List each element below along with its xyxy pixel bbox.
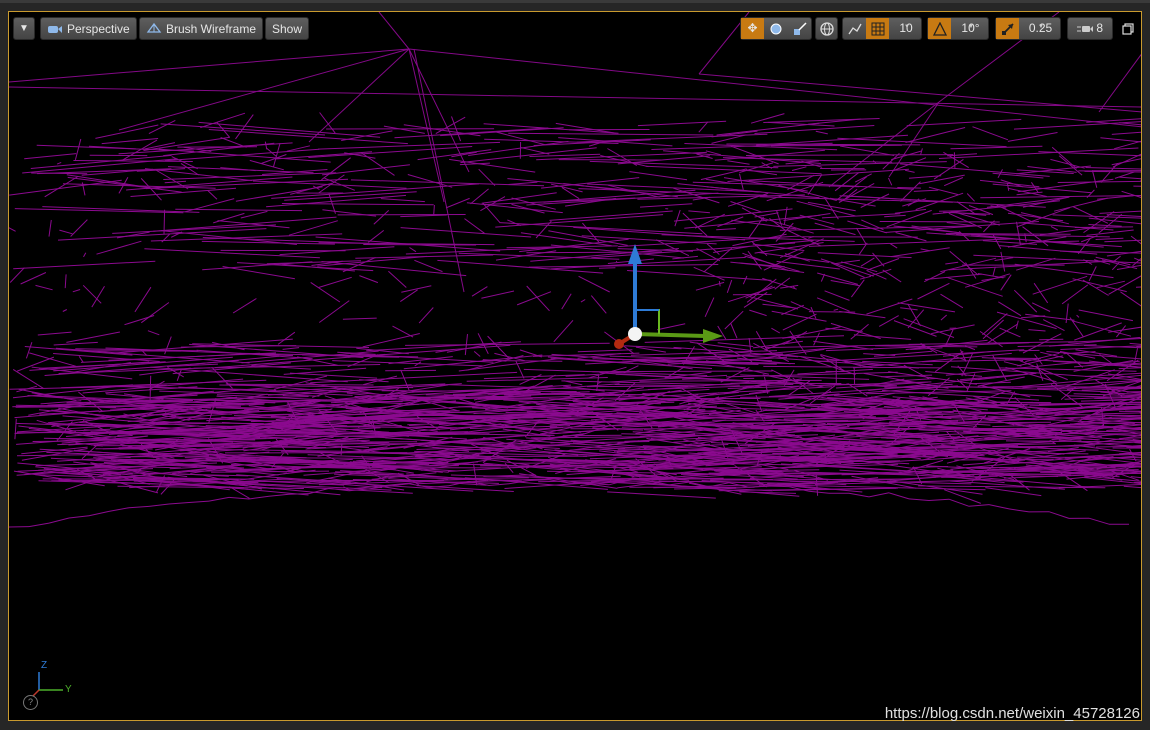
rotation-snap-toggle[interactable] bbox=[928, 18, 951, 39]
grid-icon bbox=[871, 21, 885, 36]
perspective-button[interactable]: Perspective bbox=[40, 17, 137, 40]
perspective-label: Perspective bbox=[67, 22, 130, 36]
wireframe-icon bbox=[146, 19, 162, 41]
scale-icon bbox=[793, 21, 807, 35]
globe-icon bbox=[819, 21, 834, 36]
camera-speed-icon bbox=[1076, 21, 1096, 35]
maximize-viewport-button[interactable] bbox=[1122, 22, 1136, 36]
camera-speed-value-text: 8 bbox=[1096, 21, 1104, 35]
level-viewport[interactable]: Z Y ? ▼ Perspective Brush Wireframe Show… bbox=[8, 11, 1142, 721]
scale-snap-group: 0.25 ▼ bbox=[995, 17, 1061, 40]
move-icon: ✥ bbox=[747, 21, 758, 35]
view-mode-label: Brush Wireframe bbox=[166, 22, 257, 36]
surface-snap-icon bbox=[847, 21, 862, 35]
view-mode-button[interactable]: Brush Wireframe bbox=[139, 17, 264, 41]
camera-icon bbox=[47, 19, 63, 41]
top-strip bbox=[0, 0, 1150, 3]
grid-snap-group: 10 ▼ bbox=[842, 17, 922, 40]
surface-snap-button[interactable] bbox=[843, 18, 866, 39]
transform-tools: ✥ bbox=[740, 17, 812, 40]
show-button[interactable]: Show bbox=[265, 17, 310, 40]
chevron-down-icon: ▼ bbox=[968, 24, 974, 30]
scale-tool-button[interactable] bbox=[788, 18, 812, 39]
scale-snap-icon bbox=[1001, 21, 1015, 35]
grid-snap-toggle[interactable] bbox=[866, 18, 889, 39]
scale-snap-toggle[interactable] bbox=[996, 18, 1019, 39]
translate-tool-button[interactable]: ✥ bbox=[741, 18, 764, 39]
rotate-tool-button[interactable] bbox=[764, 18, 788, 39]
rotation-snap-group: 10° ▼ bbox=[927, 17, 989, 40]
wireframe-mesh bbox=[9, 12, 1141, 697]
axis-z-label: Z bbox=[41, 660, 48, 671]
axis-indicator bbox=[32, 672, 63, 697]
help-icon[interactable]: ? bbox=[23, 695, 38, 710]
chevron-down-icon: ▼ bbox=[19, 23, 29, 34]
coordinate-system-button[interactable] bbox=[815, 17, 838, 40]
scale-snap-value[interactable]: 0.25 ▼ bbox=[1021, 18, 1060, 39]
chevron-down-icon: ▼ bbox=[904, 24, 910, 30]
camera-speed-button[interactable]: 8 bbox=[1067, 17, 1113, 40]
watermark-text: https://blog.csdn.net/weixin_45728126 bbox=[884, 705, 1140, 722]
grid-snap-value[interactable]: 10 ▼ bbox=[891, 18, 921, 39]
angle-icon bbox=[932, 21, 947, 36]
show-label: Show bbox=[272, 22, 303, 36]
maximize-icon bbox=[1122, 22, 1134, 39]
viewport-options-dropdown[interactable]: ▼ bbox=[13, 17, 35, 40]
axis-y-label: Y bbox=[65, 684, 72, 695]
rotate-icon bbox=[769, 21, 783, 35]
rotation-snap-value[interactable]: 10° ▼ bbox=[953, 18, 988, 39]
chevron-down-icon: ▼ bbox=[1038, 24, 1044, 30]
